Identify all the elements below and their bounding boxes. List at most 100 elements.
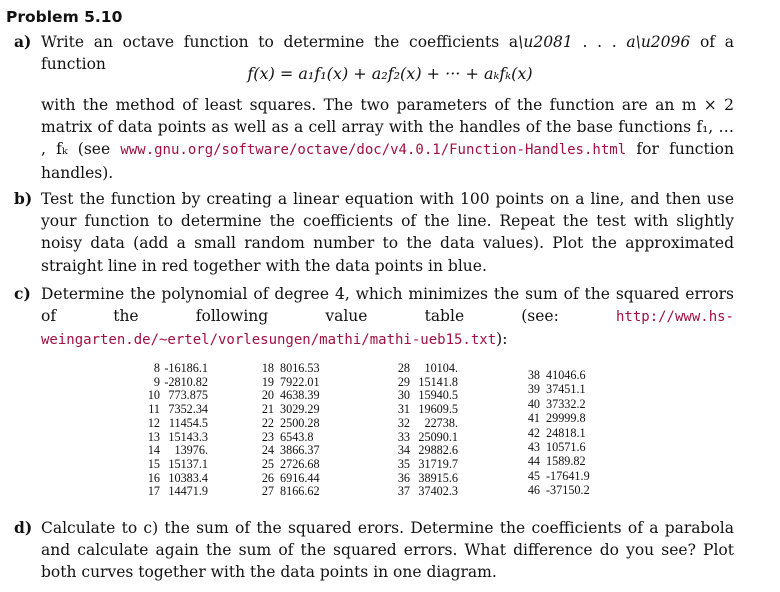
table-y-value: 10104. (424, 361, 458, 375)
table-row: 11 7352.34 (142, 402, 214, 417)
table-y-value: 3029.29 (280, 402, 320, 417)
table-row: 46 -37150.2 (522, 483, 598, 497)
part-b: b) Test the function by creating a linea… (14, 188, 734, 277)
table-y-value: 773.875 (168, 388, 208, 403)
table-row: 32 22738. (392, 415, 464, 431)
table-x-value: 43 (527, 440, 540, 455)
table-y-value: 14471.9 (168, 484, 208, 499)
table-row: 17 14471.9 (142, 485, 214, 499)
table-x-value: 30 (397, 388, 410, 403)
table-row: 23 6543.8 (256, 429, 332, 445)
table-row: 31 19609.5 (392, 402, 464, 417)
table-row: 29 15141.8 (392, 374, 464, 390)
table-x-value: 20 (261, 388, 274, 403)
part-b-label: b) (14, 189, 33, 208)
table-y-value: 41046.6 (546, 368, 586, 382)
table-row: 13 15143.3 (142, 429, 214, 445)
table-row: 14 13976. (142, 444, 214, 458)
table-row: 9 -2810.82 (142, 374, 214, 390)
table-col-4: 38 41046.6 39 37451.1 40 37332.2 41 29999.8 42 24… (522, 368, 598, 498)
table-y-value: -2810.82 (164, 374, 208, 389)
table-x-value: 42 (527, 425, 540, 440)
table-x-value: 44 (527, 454, 540, 469)
table-y-value: 37451.1 (546, 382, 586, 397)
table-y-value: 8016.53 (280, 361, 320, 375)
table-row: 25 2726.68 (256, 456, 332, 472)
table-x-value: 25 (261, 456, 274, 471)
table-row: 20 4638.39 (256, 389, 332, 403)
table-y-value: 22738. (424, 415, 458, 430)
part-c: c) Determine the polynomial of degree 4,… (14, 283, 734, 352)
part-a-text: with the method of least squares. The tw… (14, 94, 734, 184)
problem-title: Problem 5.10 (6, 8, 123, 26)
table-x-value: 14 (147, 443, 160, 458)
table-row: 41 29999.8 (522, 411, 598, 425)
table-x-value: 18 (261, 361, 274, 375)
table-x-value: 29 (397, 374, 410, 389)
table-row: 28 10104. (392, 361, 464, 376)
table-row: 39 37451.1 (522, 382, 598, 396)
table-x-value: 33 (397, 429, 410, 444)
table-y-value: 2500.28 (280, 415, 320, 430)
table-y-value: 8166.62 (280, 484, 320, 499)
table-col-2: 18 8016.53 19 7922.01 20 4638.39 21 3029.29 22 25… (256, 361, 332, 499)
table-row: 19 7922.01 (256, 374, 332, 390)
table-y-value: 7352.34 (168, 402, 208, 417)
table-x-value: 28 (397, 361, 410, 375)
function-handles-link[interactable]: www.gnu.org/software/octave/doc/v4.0.1/F… (120, 142, 626, 158)
table-row: 15 15137.1 (142, 456, 214, 472)
table-row: 45 -17641.9 (522, 469, 598, 483)
part-c-label: c) (14, 284, 31, 303)
table-row: 21 3029.29 (256, 402, 332, 417)
table-x-value: 31 (397, 402, 410, 417)
table-y-value: 25090.1 (418, 429, 458, 444)
table-y-value: 29882.6 (418, 443, 458, 458)
table-y-value: 15940.5 (418, 388, 458, 403)
table-row: 36 38915.6 (392, 471, 464, 486)
problem-page: Problem 5.10 a) Write an octave function… (0, 0, 780, 592)
table-x-value: 15 (147, 456, 160, 471)
table-y-value: 6916.44 (280, 470, 320, 485)
table-y-value: 1589.82 (546, 454, 586, 469)
table-y-value: -37150.2 (546, 483, 590, 498)
table-y-value: 10571.6 (546, 440, 586, 455)
part-a-line1: Write an octave function to determine th… (41, 33, 519, 51)
table-row: 34 29882.6 (392, 444, 464, 458)
equation: f(x) = a₁f₁(x) + a₂f₂(x) + ··· + aₖfₖ(x) (247, 64, 533, 83)
table-row: 44 1589.82 (522, 454, 598, 468)
table-x-value: 24 (261, 443, 274, 458)
table-x-value: 26 (261, 470, 274, 485)
table-row: 33 25090.1 (392, 429, 464, 445)
table-row: 8 -16186.1 (142, 361, 214, 376)
table-row: 16 10383.4 (142, 471, 214, 486)
table-y-value: 6543.8 (280, 429, 314, 444)
table-row: 27 8166.62 (256, 485, 332, 499)
table-y-value: -17641.9 (546, 468, 590, 483)
table-x-value: 10 (147, 388, 160, 403)
part-d: d) Calculate to c) the sum of the square… (14, 517, 734, 584)
table-y-value: 13976. (174, 443, 208, 458)
table-x-value: 21 (261, 402, 274, 417)
table-x-value: 23 (261, 429, 274, 444)
part-b-text: Test the function by creating a linear e… (41, 190, 734, 275)
table-row: 43 10571.6 (522, 440, 598, 454)
table-row: 35 31719.7 (392, 456, 464, 472)
table-x-value: 40 (527, 396, 540, 411)
table-y-value: 7922.01 (280, 374, 320, 389)
table-y-value: 4638.39 (280, 388, 320, 403)
part-d-label: d) (14, 518, 33, 537)
table-x-value: 34 (397, 443, 410, 458)
table-row: 12 11454.5 (142, 416, 214, 431)
table-x-value: 19 (261, 374, 274, 389)
table-y-value: 2726.68 (280, 456, 320, 471)
table-row: 10 773.875 (142, 389, 214, 403)
table-x-value: 27 (261, 484, 274, 499)
table-row: 30 15940.5 (392, 389, 464, 403)
table-y-value: 31719.7 (418, 456, 458, 471)
table-row: 38 41046.6 (522, 368, 598, 382)
part-d-text: Calculate to c) the sum of the squared e… (41, 519, 734, 582)
table-x-value: 45 (527, 468, 540, 483)
table-x-value: 13 (147, 429, 160, 444)
table-x-value: 32 (397, 415, 410, 430)
table-x-value: 39 (527, 382, 540, 397)
